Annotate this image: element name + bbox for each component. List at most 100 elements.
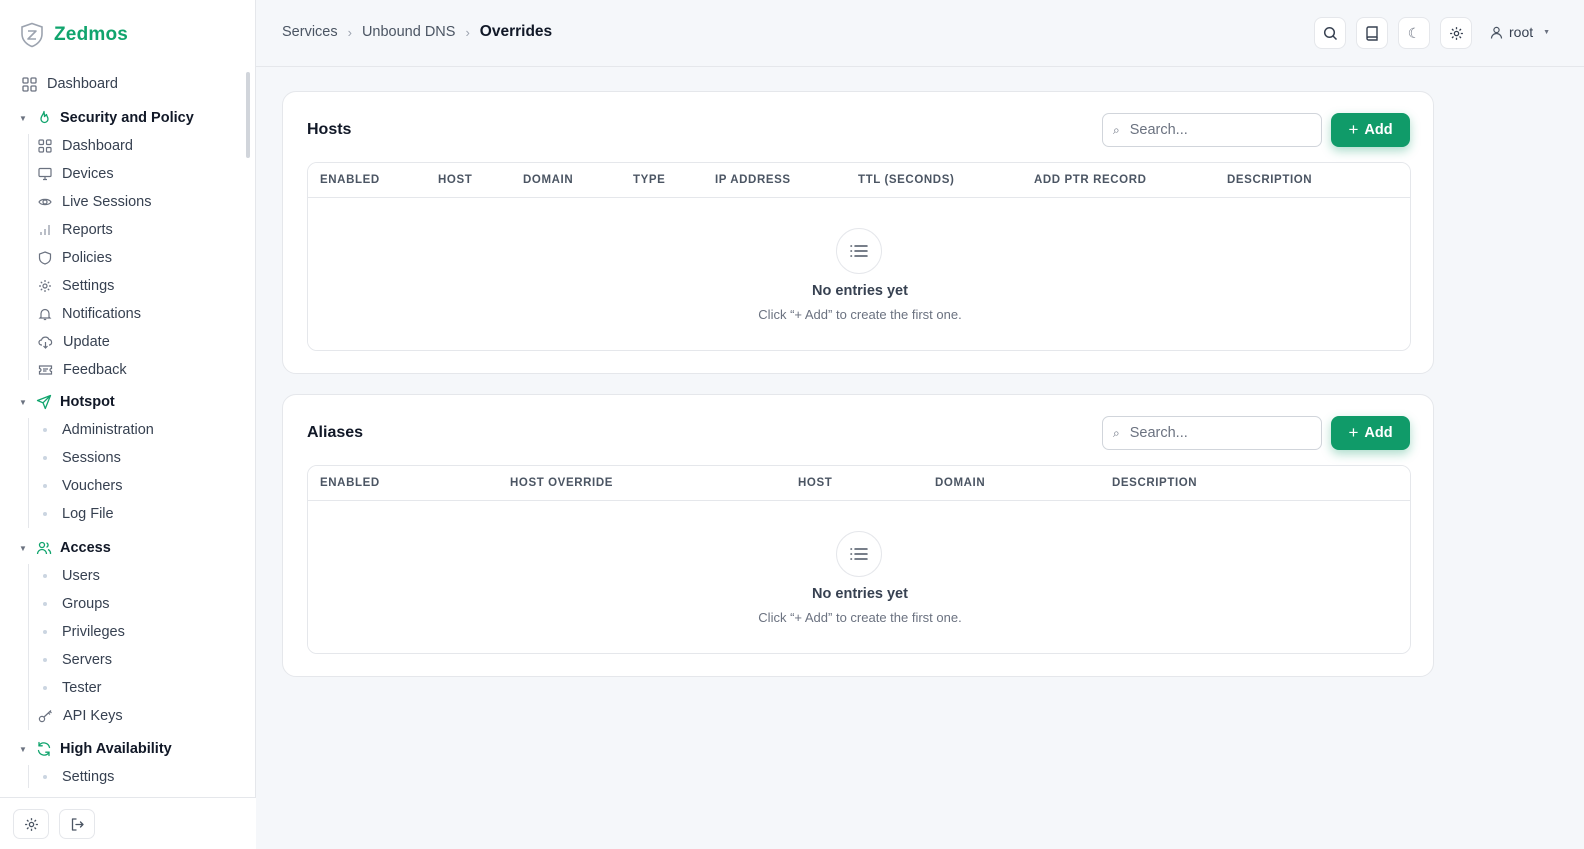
sidebar-item-label: Live Sessions [62,194,152,210]
hosts-add-button[interactable]: + Add [1331,113,1410,147]
sidebar-item-tester[interactable]: Tester [38,676,102,700]
plus-icon: + [1348,423,1359,442]
bullet-icon [38,456,52,460]
list-icon [836,228,882,274]
users-icon [36,541,52,555]
caret-down-icon: ▼ [1543,28,1551,36]
sidebar-item-vouchers[interactable]: Vouchers [38,474,122,498]
sidebar-item-policies[interactable]: Policies [38,246,112,270]
tree-line [28,765,29,788]
column-header-domain[interactable]: DOMAIN [523,174,573,186]
sidebar-item-reports[interactable]: Reports [38,218,113,242]
column-header-enabled[interactable]: ENABLED [320,477,380,489]
sidebar-item-label: Settings [62,278,115,294]
sidebar-item-label: Policies [62,250,112,266]
hosts-search-input[interactable] [1129,122,1300,138]
tree-line [28,564,29,730]
sidebar-group-access[interactable]: ▼ Access [18,536,111,560]
footer-settings-button[interactable] [13,809,49,839]
user-name: root [1509,24,1534,40]
chevron-right-icon: › [465,24,470,40]
sidebar-item-ha-settings[interactable]: Settings [38,765,114,788]
sidebar-group-label: Access [60,540,111,556]
sidebar-item-notifications[interactable]: Notifications [38,302,141,326]
column-header-host[interactable]: HOST [798,477,832,489]
bell-icon [38,308,52,321]
sidebar-item-label: Administration [62,422,154,438]
hosts-title: Hosts [307,121,352,138]
caret-down-icon: ▼ [19,397,27,407]
hosts-table: ENABLED HOST DOMAIN TYPE IP ADDRESS TTL … [307,162,1411,351]
breadcrumb: Services › Unbound DNS › Overrides [282,23,552,41]
sidebar-item-privileges[interactable]: Privileges [38,620,125,644]
aliases-add-button[interactable]: + Add [1331,416,1410,450]
sidebar-item-live-sessions[interactable]: Live Sessions [38,190,151,214]
theme-toggle-button[interactable]: ☾ [1398,17,1430,49]
sidebar-item-sessions[interactable]: Sessions [38,446,121,470]
tree-line [28,418,29,528]
column-header-add-ptr-record[interactable]: ADD PTR RECORD [1034,174,1147,186]
flame-icon [40,110,49,124]
sidebar-item-settings[interactable]: Settings [38,274,114,298]
sidebar-group-label: High Availability [60,741,172,757]
breadcrumb-item-unbound-dns[interactable]: Unbound DNS [362,24,456,40]
docs-button[interactable] [1356,17,1388,49]
column-header-domain[interactable]: DOMAIN [935,477,985,489]
sidebar-item-devices[interactable]: Devices [38,162,114,186]
aliases-search-box[interactable]: ⌕ [1102,416,1322,450]
sidebar-item-log-file[interactable]: Log File [38,502,114,526]
grid-icon [38,139,52,153]
bullet-icon [38,574,52,578]
user-icon [1490,26,1503,39]
sidebar-item-update[interactable]: Update [38,330,110,354]
column-header-type[interactable]: TYPE [633,174,665,186]
column-header-description[interactable]: DESCRIPTION [1112,477,1197,489]
send-icon [36,394,52,410]
refresh-icon [37,741,51,757]
sidebar-item-label: Servers [62,652,112,668]
sidebar-item-users[interactable]: Users [38,564,100,588]
caret-down-icon: ▼ [19,113,27,123]
bar-chart-icon [40,225,50,235]
search-button[interactable] [1314,17,1346,49]
breadcrumb-item-services[interactable]: Services [282,24,338,40]
search-icon [1323,26,1337,40]
sidebar-item-groups[interactable]: Groups [38,592,110,616]
column-header-host[interactable]: HOST [438,174,472,186]
column-header-host-override[interactable]: HOST OVERRIDE [510,477,613,489]
aliases-table-header: ENABLED HOST OVERRIDE HOST DOMAIN DESCRI… [308,466,1410,501]
sidebar-item-label: API Keys [63,708,123,724]
aliases-card: Aliases ⌕ + Add ENABLED HOST OVERRIDE HO… [282,394,1434,677]
sidebar-group-security[interactable]: ▼ Security and Policy [18,106,194,130]
user-menu[interactable]: root ▼ [1490,24,1550,40]
sidebar-item-feedback[interactable]: Feedback [38,358,127,382]
sidebar-item-dashboard[interactable]: Dashboard [22,72,118,96]
shield-icon [38,251,52,265]
hosts-card: Hosts ⌕ + Add ENABLED HOST DOMAIN TYPE I… [282,91,1434,374]
sidebar-item-api-keys[interactable]: API Keys [38,704,123,728]
column-header-enabled[interactable]: ENABLED [320,174,380,186]
sidebar-item-servers[interactable]: Servers [38,648,112,672]
hosts-search-box[interactable]: ⌕ [1102,113,1322,147]
brand[interactable]: Zedmos [20,22,128,48]
settings-button[interactable] [1440,17,1472,49]
sidebar-item-administration[interactable]: Administration [38,418,154,442]
gear-icon [39,280,51,292]
sidebar-group-hotspot[interactable]: ▼ Hotspot [18,390,115,414]
bullet-icon [38,775,52,779]
sidebar-group-label: Hotspot [60,394,115,410]
column-header-ttl[interactable]: TTL (SECONDS) [858,174,954,186]
aliases-search-input[interactable] [1129,425,1300,441]
sidebar-group-high-availability[interactable]: ▼ High Availability [18,737,172,761]
logout-button[interactable] [59,809,95,839]
sidebar-item-label: Tester [62,680,102,696]
sidebar-item-label: Settings [62,769,115,785]
hosts-table-body: No entries yet Click “+ Add” to create t… [308,198,1410,350]
sidebar-item-sec-dashboard[interactable]: Dashboard [38,134,133,158]
bullet-icon [38,428,52,432]
column-header-description[interactable]: DESCRIPTION [1227,174,1312,186]
bullet-icon [38,602,52,606]
aliases-title: Aliases [307,424,364,441]
column-header-ip-address[interactable]: IP ADDRESS [715,174,791,186]
sidebar-item-label: Update [63,334,110,350]
